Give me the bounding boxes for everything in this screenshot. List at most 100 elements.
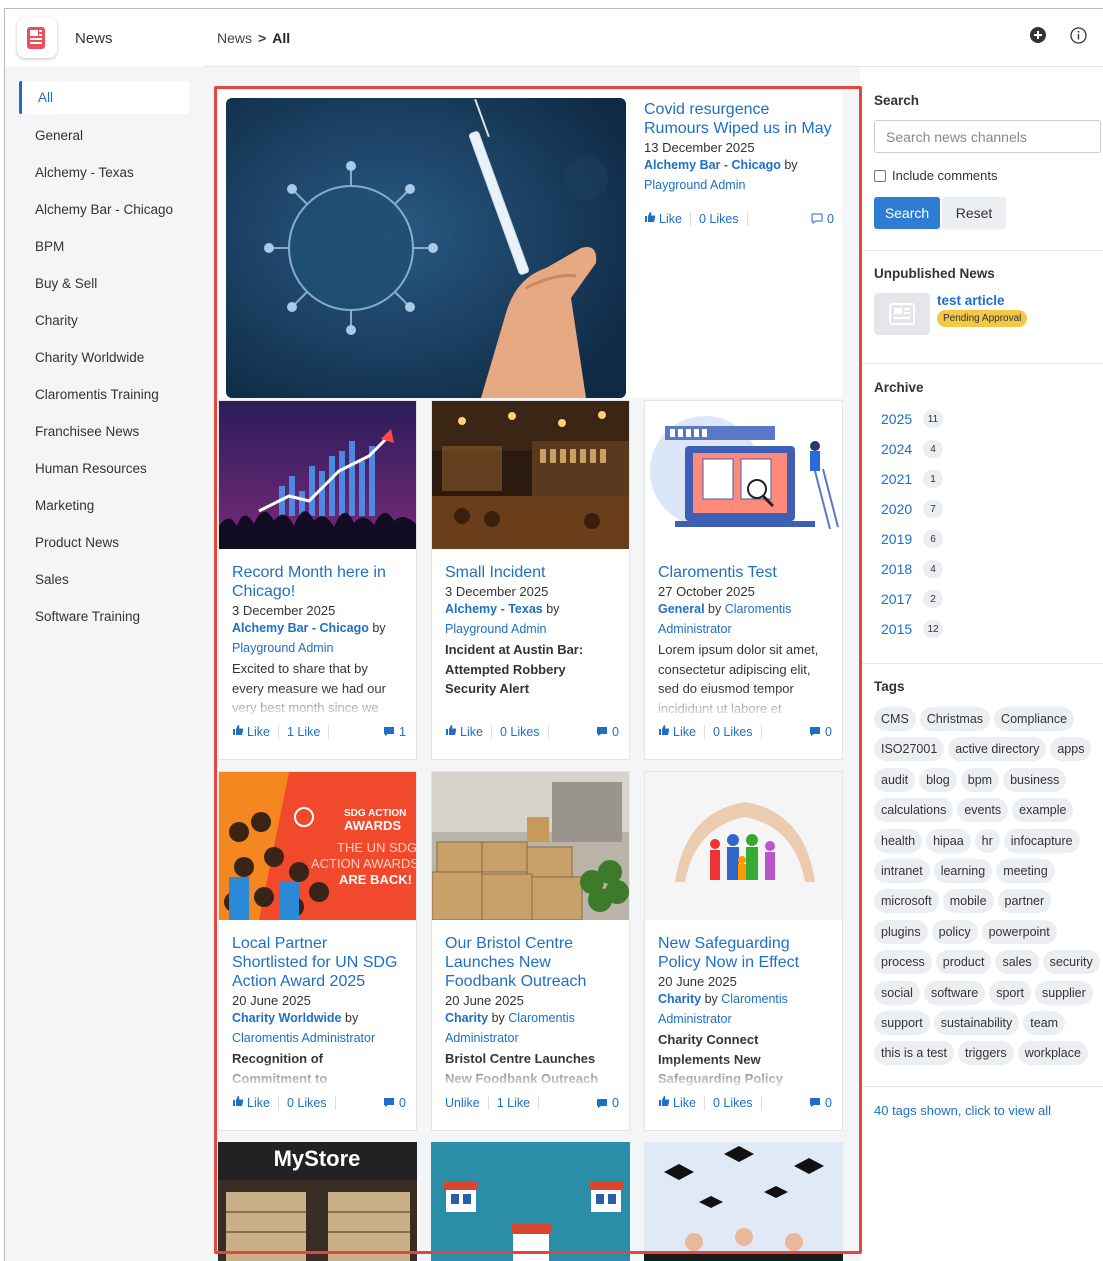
archive-year-label[interactable]: 2025	[881, 411, 923, 427]
archive-year[interactable]: 2020 7	[874, 494, 1103, 524]
featured-article-title[interactable]: Covid resurgence Rumours Wiped us in May	[644, 100, 834, 138]
comments-link[interactable]: 0	[809, 725, 832, 739]
news-card-image[interactable]: MyStore	[218, 1142, 417, 1261]
sidebar-item-product-news[interactable]: Product News	[5, 524, 203, 561]
archive-year-label[interactable]: 2015	[881, 621, 923, 637]
thumbs-up-icon[interactable]	[644, 211, 656, 226]
like-link[interactable]: Like	[247, 725, 270, 739]
news-card[interactable]: Small Incident 3 December 2025 Alchemy -…	[431, 400, 630, 760]
tag[interactable]: hr	[974, 828, 1000, 853]
archive-year-label[interactable]: 2021	[881, 471, 923, 487]
sidebar-item-general[interactable]: General	[5, 117, 203, 154]
tag[interactable]: security	[1042, 950, 1100, 975]
comments-link[interactable]: 1	[383, 725, 406, 739]
news-card-image[interactable]	[219, 401, 416, 549]
news-card-image[interactable]: SDG ACTION AWARDS THE UN SDG ACTION AWAR…	[219, 772, 416, 920]
tag[interactable]: sales	[995, 950, 1039, 975]
likes-count[interactable]: 0 Likes	[699, 212, 739, 226]
news-card[interactable]: New Safeguarding Policy Now in Effect 20…	[644, 771, 843, 1131]
tag[interactable]: software	[923, 980, 986, 1005]
sidebar-item-human-resources[interactable]: Human Resources	[5, 450, 203, 487]
like-link[interactable]: Like	[247, 1096, 270, 1110]
sidebar-item-all[interactable]: All	[19, 81, 189, 114]
likes-count[interactable]: 1 Like	[497, 1096, 530, 1110]
news-card-author[interactable]: Playground Admin	[445, 622, 546, 636]
view-all-tags-link[interactable]: 40 tags shown, click to view all	[874, 1103, 1103, 1118]
tag[interactable]: meeting	[996, 858, 1055, 883]
sidebar-item-claromentis-training[interactable]: Claromentis Training	[5, 376, 203, 413]
tag[interactable]: team	[1023, 1010, 1066, 1035]
archive-year[interactable]: 2018 4	[874, 554, 1103, 584]
tag[interactable]: microsoft	[874, 889, 939, 914]
featured-article-image[interactable]	[226, 98, 626, 398]
tag[interactable]: apps	[1050, 737, 1092, 762]
sidebar-item-franchisee-news[interactable]: Franchisee News	[5, 413, 203, 450]
news-card[interactable]: Our Bristol Centre Launches New Foodbank…	[431, 771, 630, 1131]
include-comments-label[interactable]: Include comments	[892, 168, 998, 183]
tag[interactable]: intranet	[874, 858, 930, 883]
tag[interactable]: blog	[919, 767, 957, 792]
include-comments-checkbox[interactable]	[874, 169, 886, 182]
sidebar-item-alchemy-bar-chicago[interactable]: Alchemy Bar - Chicago	[5, 191, 203, 228]
featured-article-author[interactable]: Playground Admin	[644, 178, 745, 192]
tag[interactable]: Compliance	[994, 707, 1075, 731]
tag[interactable]: bpm	[960, 767, 1000, 792]
sidebar-item-marketing[interactable]: Marketing	[5, 487, 203, 524]
news-card[interactable]: SDG ACTION AWARDS THE UN SDG ACTION AWAR…	[218, 771, 417, 1131]
news-card-image[interactable]	[644, 1142, 843, 1261]
tag[interactable]: supplier	[1035, 980, 1093, 1005]
news-card-category[interactable]: Charity Worldwide	[232, 1011, 342, 1025]
unpublished-item[interactable]: test article Pending Approval	[874, 293, 1103, 335]
add-icon[interactable]	[1030, 27, 1046, 47]
thumbs-up-icon[interactable]	[445, 724, 457, 739]
news-card-title[interactable]: Claromentis Test	[658, 563, 829, 582]
archive-year-label[interactable]: 2018	[881, 561, 923, 577]
news-card-image[interactable]	[645, 401, 842, 549]
tag[interactable]: social	[874, 980, 920, 1005]
news-card-image[interactable]	[432, 401, 629, 549]
tag[interactable]: CMS	[874, 707, 916, 731]
likes-count[interactable]: 0 Likes	[713, 725, 753, 739]
news-card[interactable]: Claromentis Test 27 October 2025 General…	[644, 400, 843, 760]
likes-count[interactable]: 1 Like	[287, 725, 320, 739]
info-icon[interactable]	[1070, 27, 1087, 47]
tag[interactable]: infocapture	[1003, 828, 1080, 853]
likes-count[interactable]: 0 Likes	[713, 1096, 753, 1110]
tag[interactable]: mobile	[942, 889, 994, 914]
comments-link[interactable]: 0	[809, 1096, 832, 1110]
tag[interactable]: sustainability	[933, 1010, 1020, 1035]
archive-year-label[interactable]: 2020	[881, 501, 923, 517]
archive-year[interactable]: 2019 6	[874, 524, 1103, 554]
news-card-image[interactable]	[431, 1142, 630, 1261]
like-link[interactable]: Like	[673, 725, 696, 739]
news-card-category[interactable]: General	[658, 602, 705, 616]
tag[interactable]: audit	[874, 767, 916, 792]
news-card[interactable]: Record Month here in Chicago! 3 December…	[218, 400, 417, 760]
news-card[interactable]	[431, 1142, 630, 1261]
breadcrumb-root[interactable]: News	[217, 30, 252, 46]
sidebar-item-charity[interactable]: Charity	[5, 302, 203, 339]
tag[interactable]: active directory	[948, 737, 1047, 762]
news-card-image[interactable]	[645, 772, 842, 920]
sidebar-item-alchemy-texas[interactable]: Alchemy - Texas	[5, 154, 203, 191]
tag[interactable]: business	[1003, 767, 1067, 792]
sidebar-item-bpm[interactable]: BPM	[5, 228, 203, 265]
news-card-category[interactable]: Charity	[658, 992, 701, 1006]
news-card-title[interactable]: New Safeguarding Policy Now in Effect	[658, 934, 829, 972]
thumbs-up-icon[interactable]	[232, 1095, 244, 1110]
news-card-title[interactable]: Our Bristol Centre Launches New Foodbank…	[445, 934, 616, 991]
tag[interactable]: support	[874, 1010, 930, 1035]
sidebar-item-buy-sell[interactable]: Buy & Sell	[5, 265, 203, 302]
like-link[interactable]: Like	[460, 725, 483, 739]
news-card-title[interactable]: Local Partner Shortlisted for UN SDG Act…	[232, 934, 403, 991]
archive-year-label[interactable]: 2019	[881, 531, 923, 547]
tag[interactable]: example	[1012, 798, 1074, 823]
tag[interactable]: events	[957, 798, 1009, 823]
search-button[interactable]: Search	[874, 197, 940, 229]
thumbs-up-icon[interactable]	[658, 1095, 670, 1110]
news-card-author[interactable]: Playground Admin	[232, 641, 333, 655]
reset-button[interactable]: Reset	[942, 197, 1006, 229]
thumbs-up-icon[interactable]	[232, 724, 244, 739]
thumbs-up-icon[interactable]	[658, 724, 670, 739]
comments-link[interactable]: 0	[596, 725, 619, 739]
